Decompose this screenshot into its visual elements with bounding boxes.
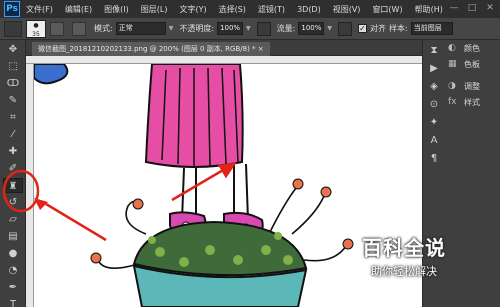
watermark-title: 百科全说 — [362, 236, 446, 260]
menu-image[interactable]: 图像(I) — [104, 4, 129, 15]
eyedropper-tool-icon[interactable]: ⁄ — [3, 127, 23, 142]
panel-tab-styles[interactable]: fx 样式 — [444, 94, 500, 110]
flow-input[interactable]: 100% — [298, 22, 325, 35]
character-icon[interactable]: A — [426, 134, 442, 148]
menu-edit[interactable]: 编辑(E) — [65, 4, 92, 15]
dodge-tool-icon[interactable]: ◔ — [3, 263, 23, 278]
styles-icon: fx — [448, 97, 457, 107]
channels-icon[interactable]: ⊙ — [426, 98, 442, 112]
history-icon[interactable]: ⧗ — [426, 44, 442, 58]
mode-label: 模式: — [94, 24, 113, 33]
panel-label-swatches: 色板 — [464, 59, 480, 69]
panel-label-adjustments: 调整 — [464, 81, 480, 91]
menu-window[interactable]: 窗口(W) — [372, 4, 402, 15]
flow-label: 流量: — [276, 24, 296, 33]
move-tool-icon[interactable]: ✥ — [3, 42, 23, 57]
chevron-down-icon: ▼ — [168, 25, 174, 32]
sample-label: 样本: — [389, 24, 408, 33]
menu-filter[interactable]: 滤镜(T) — [258, 4, 285, 15]
clone-source-panel-icon[interactable] — [72, 21, 86, 36]
chevron-down-icon: ▼ — [246, 25, 251, 32]
menu-type[interactable]: 文字(Y) — [179, 4, 206, 15]
annotation-arrow-to-canvas — [171, 162, 237, 202]
horizontal-ruler — [26, 56, 422, 64]
annotation-circle — [2, 169, 48, 213]
brush-panel-toggle-icon[interactable] — [50, 21, 64, 36]
panel-tab-swatches[interactable]: ▦ 色板 — [444, 56, 500, 72]
align-checkbox[interactable]: ✓ — [358, 24, 368, 33]
panel-label-styles: 样式 — [464, 97, 480, 107]
maximize-button[interactable]: □ — [466, 2, 478, 14]
watermark-subtitle: 助你轻松解决 — [371, 265, 437, 278]
menu-layer[interactable]: 图层(L) — [141, 4, 168, 15]
paths-icon[interactable]: ✦ — [426, 116, 442, 130]
airbrush-icon[interactable] — [338, 21, 353, 36]
align-label: 对齐 — [370, 24, 387, 33]
minimize-button[interactable]: — — [448, 2, 460, 14]
actions-icon[interactable]: ▶ — [426, 62, 442, 76]
brush-size-value: 35 — [32, 30, 40, 38]
gradient-tool-icon[interactable]: ▤ — [3, 229, 23, 244]
blur-tool-icon[interactable]: ● — [3, 246, 23, 261]
adjustments-icon: ◑ — [448, 81, 456, 91]
healing-brush-tool-icon[interactable]: ✚ — [3, 144, 23, 159]
opacity-input[interactable]: 100% — [217, 22, 244, 35]
blue-shape — [34, 64, 69, 85]
close-button[interactable]: ✕ — [484, 2, 496, 14]
marquee-tool-icon[interactable]: ⬚ — [3, 59, 23, 74]
menu-bar: Ps 文件(F) 编辑(E) 图像(I) 图层(L) 文字(Y) 选择(S) 滤… — [0, 0, 500, 18]
tool-preset-picker[interactable] — [4, 20, 22, 37]
options-bar: ● 35 模式: 正常 ▼ 不透明度: 100% ▼ 流量: 100% ▼ ✓ 对… — [0, 18, 500, 40]
photoshop-logo: Ps — [4, 1, 20, 17]
pen-tool-icon[interactable]: ✒ — [3, 280, 23, 295]
chevron-down-icon: ▼ — [327, 25, 333, 32]
mode-select[interactable]: 正常 — [115, 22, 166, 35]
menu-3d[interactable]: 3D(D) — [297, 5, 321, 14]
brush-size-picker[interactable]: ● 35 — [26, 19, 46, 38]
menu-file[interactable]: 文件(F) — [26, 4, 53, 15]
sample-select[interactable]: 当前图层 — [410, 22, 453, 35]
watermark: 百科全说 助你轻松解决 — [346, 232, 462, 290]
lasso-tool-icon[interactable]: ↀ — [3, 76, 23, 91]
quick-select-tool-icon[interactable]: ✎ — [3, 93, 23, 108]
document-tab-bar: 微信截图_20181210202133.png @ 200% (图层 0 副本,… — [26, 40, 422, 56]
crop-tool-icon[interactable]: ⌗ — [3, 110, 23, 125]
opacity-label: 不透明度: — [179, 24, 215, 33]
layers-icon[interactable]: ◈ — [426, 80, 442, 94]
type-tool-icon[interactable]: T — [3, 297, 23, 307]
menu-help[interactable]: 帮助(H) — [415, 4, 443, 15]
color-icon: ◐ — [448, 43, 456, 53]
window-controls: — □ ✕ — [448, 2, 496, 14]
swatches-icon: ▦ — [448, 59, 457, 69]
menu-view[interactable]: 视图(V) — [333, 4, 361, 15]
legs — [181, 163, 249, 221]
panel-tab-color[interactable]: ◐ 颜色 — [444, 40, 500, 56]
panel-tab-adjustments[interactable]: ◑ 调整 — [444, 78, 500, 94]
paragraph-icon[interactable]: ¶ — [426, 152, 442, 166]
document-tab[interactable]: 微信截图_20181210202133.png @ 200% (图层 0 副本,… — [32, 42, 270, 56]
panel-label-color: 颜色 — [464, 43, 480, 53]
menu-select[interactable]: 选择(S) — [219, 4, 246, 15]
pressure-opacity-icon[interactable] — [256, 21, 271, 36]
